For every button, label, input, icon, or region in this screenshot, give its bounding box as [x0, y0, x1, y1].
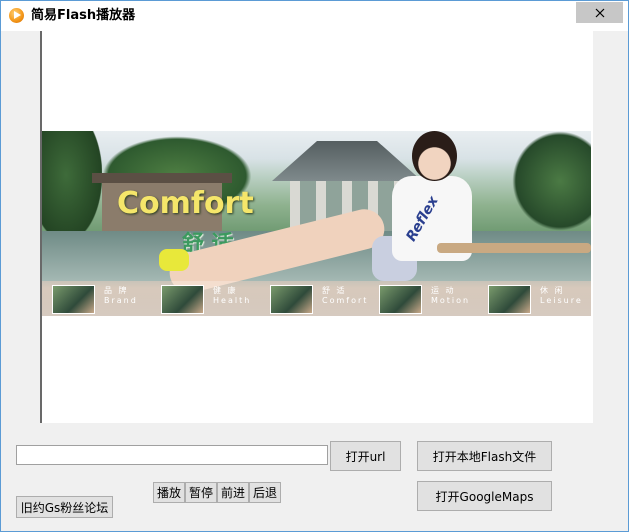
nav-label-health[interactable]: 健 康 Health	[213, 286, 251, 306]
tree-left	[42, 131, 102, 241]
title-bar[interactable]: 简易Flash播放器	[1, 1, 628, 31]
open-url-button[interactable]: 打开url	[330, 441, 401, 471]
nav-thumb-brand[interactable]	[52, 285, 95, 314]
app-window: 简易Flash播放器 Comfort 舒 适 Reflex 品 牌 Brand …	[0, 0, 629, 532]
forward-button[interactable]: 前进	[217, 482, 249, 503]
building-roof	[92, 173, 232, 183]
close-button[interactable]	[576, 2, 623, 23]
model-shoes	[159, 249, 189, 271]
banner-nav: 品 牌 Brand 健 康 Health 舒 适 Comfort 运 动 Motion …	[42, 281, 591, 316]
play-button[interactable]: 播放	[153, 482, 185, 503]
nav-label-brand[interactable]: 品 牌 Brand	[104, 286, 138, 306]
pause-button[interactable]: 暂停	[185, 482, 217, 503]
tree-right	[512, 131, 591, 231]
forum-button[interactable]: 旧约Gs粉丝论坛	[16, 496, 113, 518]
nav-label-comfort[interactable]: 舒 适 Comfort	[322, 286, 368, 306]
flash-player-icon	[9, 8, 24, 23]
window-title: 简易Flash播放器	[31, 8, 136, 23]
bench-rail	[437, 243, 591, 253]
back-button[interactable]: 后退	[249, 482, 281, 503]
nav-label-leisure[interactable]: 休 闲 Leisure	[540, 286, 583, 306]
url-input[interactable]	[16, 445, 328, 465]
model-head	[412, 131, 457, 181]
nav-thumb-health[interactable]	[161, 285, 204, 314]
open-local-flash-button[interactable]: 打开本地Flash文件	[417, 441, 552, 471]
nav-thumb-comfort[interactable]	[270, 285, 313, 314]
banner-heading: Comfort	[117, 186, 254, 221]
nav-label-motion[interactable]: 运 动 Motion	[431, 286, 470, 306]
nav-thumb-motion[interactable]	[379, 285, 422, 314]
pavilion-roof	[272, 141, 422, 181]
client-area: Comfort 舒 适 Reflex 品 牌 Brand 健 康 Health 舒 …	[8, 31, 621, 524]
nav-thumb-leisure[interactable]	[488, 285, 531, 314]
open-google-maps-button[interactable]: 打开GoogleMaps	[417, 481, 552, 511]
close-icon	[595, 8, 604, 17]
flash-banner[interactable]: Comfort 舒 适 Reflex 品 牌 Brand 健 康 Health 舒 …	[42, 131, 591, 316]
flash-display[interactable]: Comfort 舒 适 Reflex 品 牌 Brand 健 康 Health 舒 …	[40, 31, 593, 423]
